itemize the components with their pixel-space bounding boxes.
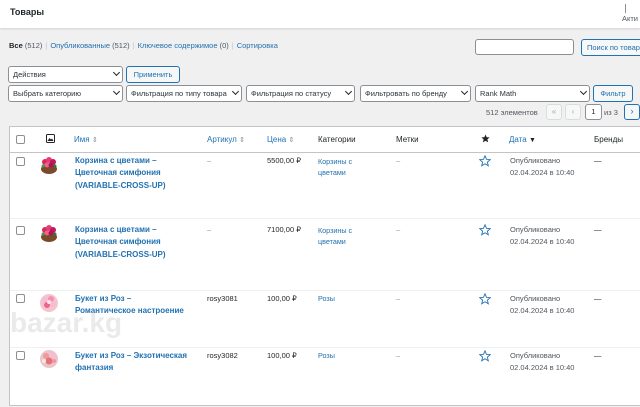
current-page-input[interactable]: 1 — [585, 104, 602, 120]
row-checkbox[interactable] — [16, 351, 25, 360]
search-input[interactable] — [475, 39, 574, 55]
table-row: Корзина с цветами – Цветочная симфония (VA… — [10, 218, 640, 291]
products-table: Имя ⇕ Артикул ⇕ Цена ⇕ Категории Метки Д… — [9, 126, 640, 406]
activity-link[interactable]: Акти — [622, 14, 638, 23]
stock-status-filter-select[interactable]: Фильтрация по статусу — [246, 85, 355, 102]
product-category-link[interactable]: Корзины с цветами — [318, 225, 352, 247]
product-name-link[interactable]: Букет из Роз – Экзотическая фантазия — [75, 350, 187, 375]
filter-button[interactable]: Фильтр — [593, 85, 633, 102]
watermark: bazar.kg — [10, 307, 123, 338]
first-page-button[interactable]: « — [546, 104, 562, 120]
product-thumbnail[interactable] — [38, 154, 60, 176]
table-row: Корзина с цветами – Цветочная симфония (VA… — [10, 152, 640, 219]
search-button[interactable]: Поиск по товарам — [581, 39, 640, 56]
chevron-down-icon — [112, 87, 121, 96]
product-date: Опубликовано 02.04.2024 в 10:40 — [510, 156, 575, 177]
table-header: Имя ⇕ Артикул ⇕ Цена ⇕ Категории Метки Д… — [10, 127, 640, 153]
product-price: 100,00 ₽ — [267, 351, 297, 360]
column-categories: Категории — [318, 135, 356, 144]
status-filters: Все (512) | Опубликованные (512) | Ключевое … — [9, 41, 278, 50]
product-brand: — — [594, 351, 602, 360]
select-all-checkbox[interactable] — [16, 135, 25, 144]
product-sku: rosy3081 — [207, 294, 238, 303]
prev-page-button[interactable]: ‹ — [565, 104, 581, 120]
product-price: 5500,00 ₽ — [267, 156, 301, 165]
total-pages: из 3 — [604, 108, 618, 117]
column-tags: Метки — [396, 135, 419, 144]
product-date: Опубликовано 02.04.2024 в 10:40 — [510, 351, 575, 372]
product-thumbnail[interactable] — [38, 348, 60, 370]
chevron-down-icon — [112, 68, 121, 77]
featured-star-icon[interactable] — [479, 293, 491, 305]
product-tags: – — [396, 294, 401, 303]
items-count: 512 элементов — [486, 108, 538, 117]
product-brand: — — [594, 156, 602, 165]
filter-cornerstone[interactable]: Ключевое содержимое (0) — [138, 41, 229, 50]
product-tags: – — [396, 351, 401, 360]
chevron-down-icon — [344, 87, 353, 96]
column-date[interactable]: Дата ▼ — [509, 135, 536, 144]
apply-button[interactable]: Применить — [126, 66, 180, 83]
product-name-link[interactable]: Корзина с цветами – Цветочная симфония (VA… — [75, 224, 166, 261]
product-date: Опубликовано 02.04.2024 в 10:40 — [510, 225, 575, 246]
featured-star-icon[interactable] — [479, 224, 491, 236]
star-icon[interactable] — [481, 134, 490, 143]
product-sku: – — [207, 225, 212, 234]
product-type-filter-select[interactable]: Фильтрация по типу товара — [126, 85, 242, 102]
product-tags: – — [396, 225, 401, 234]
product-brand: — — [594, 225, 602, 234]
product-name-link[interactable]: Корзина с цветами – Цветочная симфония (VA… — [75, 155, 166, 192]
column-brands: Бренды — [594, 135, 623, 144]
product-sku: – — [207, 156, 212, 165]
product-category-link[interactable]: Корзины с цветами — [318, 156, 352, 178]
filter-sorting[interactable]: Сортировка — [237, 41, 278, 50]
product-date: Опубликовано 02.04.2024 в 10:40 — [510, 294, 575, 315]
rank-math-filter-select[interactable]: Rank Math — [475, 85, 590, 102]
row-checkbox[interactable] — [16, 294, 25, 303]
brand-filter-select[interactable]: Фильтровать по бренду — [360, 85, 471, 102]
next-page-button[interactable]: › — [624, 104, 640, 120]
bulk-action-select[interactable]: Действия — [8, 66, 123, 83]
row-checkbox[interactable] — [16, 226, 25, 235]
chevron-down-icon — [460, 87, 469, 96]
product-category-link[interactable]: Розы — [318, 293, 335, 304]
featured-star-icon[interactable] — [479, 155, 491, 167]
filter-all[interactable]: Все (512) — [9, 41, 42, 50]
featured-star-icon[interactable] — [479, 350, 491, 362]
chevron-down-icon — [231, 87, 240, 96]
chevron-down-icon — [579, 87, 588, 96]
column-price[interactable]: Цена ⇕ — [267, 135, 294, 144]
category-filter-select[interactable]: Выбрать категорию — [8, 85, 123, 102]
activity-divider — [625, 4, 626, 13]
row-checkbox[interactable] — [16, 157, 25, 166]
top-bar: Товары Акти — [0, 0, 640, 28]
product-sku: rosy3082 — [207, 351, 238, 360]
product-category-link[interactable]: Розы — [318, 350, 335, 361]
product-tags: – — [396, 156, 401, 165]
table-row: Букет из Роз – Экзотическая фантазия rosy… — [10, 347, 640, 407]
column-name[interactable]: Имя ⇕ — [74, 135, 98, 144]
product-price: 7100,00 ₽ — [267, 225, 301, 234]
product-price: 100,00 ₽ — [267, 294, 297, 303]
product-thumbnail[interactable] — [38, 222, 60, 244]
product-brand: — — [594, 294, 602, 303]
image-icon — [46, 134, 55, 143]
filter-published[interactable]: Опубликованные (512) — [50, 41, 129, 50]
column-sku[interactable]: Артикул ⇕ — [207, 135, 245, 144]
page-title: Товары — [10, 7, 45, 17]
